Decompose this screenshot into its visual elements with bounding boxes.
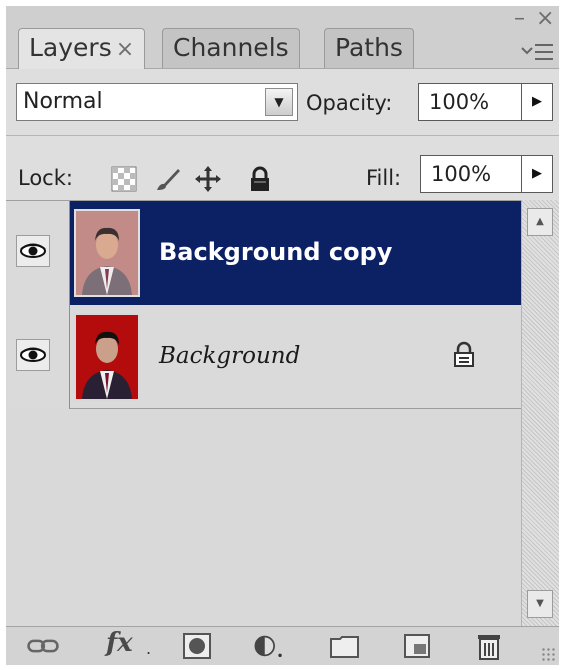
panel-tab-bar: Layers × Channels Paths – × [6, 6, 559, 69]
eye-icon [20, 243, 46, 258]
trash-icon[interactable] [472, 631, 506, 661]
fx-icon[interactable]: fx [106, 628, 133, 658]
panel-menu-icon[interactable] [520, 42, 554, 64]
tab-channels-label: Channels [173, 33, 289, 62]
layer-lock-icon [454, 341, 474, 367]
minimize-icon[interactable]: – [514, 8, 525, 30]
tab-paths-label: Paths [335, 33, 403, 62]
resize-grip-icon[interactable] [541, 647, 557, 663]
layers-panel: Layers × Channels Paths – × Normal ▼ Opac… [6, 6, 559, 665]
lock-transparent-pixels-icon[interactable] [110, 165, 138, 193]
fill-field[interactable]: 100% ▶ [420, 155, 553, 193]
link-layers-icon[interactable] [26, 631, 60, 661]
tab-layers[interactable]: Layers × [18, 28, 146, 69]
lock-image-pixels-icon[interactable] [154, 165, 182, 193]
chevron-down-icon[interactable]: ▼ [265, 88, 293, 116]
blend-mode-select[interactable]: Normal ▼ [16, 83, 298, 121]
opacity-slider-arrow-icon[interactable]: ▶ [521, 84, 552, 120]
fill-value: 100% [431, 162, 492, 186]
portrait-thumbnail-icon [76, 315, 138, 399]
layer-row-background-copy[interactable]: Background copy [6, 201, 521, 305]
visibility-cell [6, 201, 70, 305]
scroll-down-icon[interactable]: ▼ [527, 590, 553, 618]
eye-icon [20, 347, 46, 362]
layers-list: Background copy Background [6, 200, 521, 627]
fill-slider-arrow-icon[interactable]: ▶ [521, 156, 552, 192]
opacity-label: Opacity: [306, 91, 393, 115]
layers-bottom-toolbar: fx . [6, 626, 559, 665]
lock-label: Lock: [18, 166, 73, 190]
new-layer-icon[interactable] [400, 631, 434, 661]
tab-layers-label: Layers [29, 33, 112, 62]
layers-scrollbar[interactable]: ▲ ▼ [521, 200, 559, 626]
lock-all-icon[interactable] [246, 165, 274, 193]
layer-name[interactable]: Background [159, 341, 300, 371]
scroll-up-icon[interactable]: ▲ [527, 208, 553, 236]
fill-label: Fill: [366, 166, 402, 190]
lock-position-icon[interactable] [194, 165, 222, 193]
layer-thumbnail [74, 313, 140, 401]
blend-mode-value: Normal [23, 89, 103, 114]
visibility-toggle[interactable] [16, 235, 50, 267]
tab-paths[interactable]: Paths [324, 28, 414, 68]
new-group-icon[interactable] [328, 631, 362, 661]
close-icon[interactable]: × [536, 8, 554, 30]
visibility-toggle[interactable] [16, 339, 50, 371]
close-tab-icon[interactable]: × [116, 37, 134, 62]
layer-thumbnail [74, 209, 140, 297]
opacity-value: 100% [429, 90, 490, 114]
add-mask-icon[interactable] [180, 631, 214, 661]
layer-name[interactable]: Background copy [159, 237, 392, 267]
blend-row: Normal ▼ Opacity: 100% ▶ [6, 69, 559, 136]
layer-row-background[interactable]: Background [6, 305, 521, 409]
fx-dropdown-icon: . [146, 639, 152, 658]
visibility-cell [6, 305, 70, 409]
tab-channels[interactable]: Channels [162, 28, 300, 68]
portrait-thumbnail-icon [76, 211, 138, 295]
opacity-field[interactable]: 100% ▶ [418, 83, 553, 121]
adjustment-layer-icon[interactable] [252, 631, 286, 661]
